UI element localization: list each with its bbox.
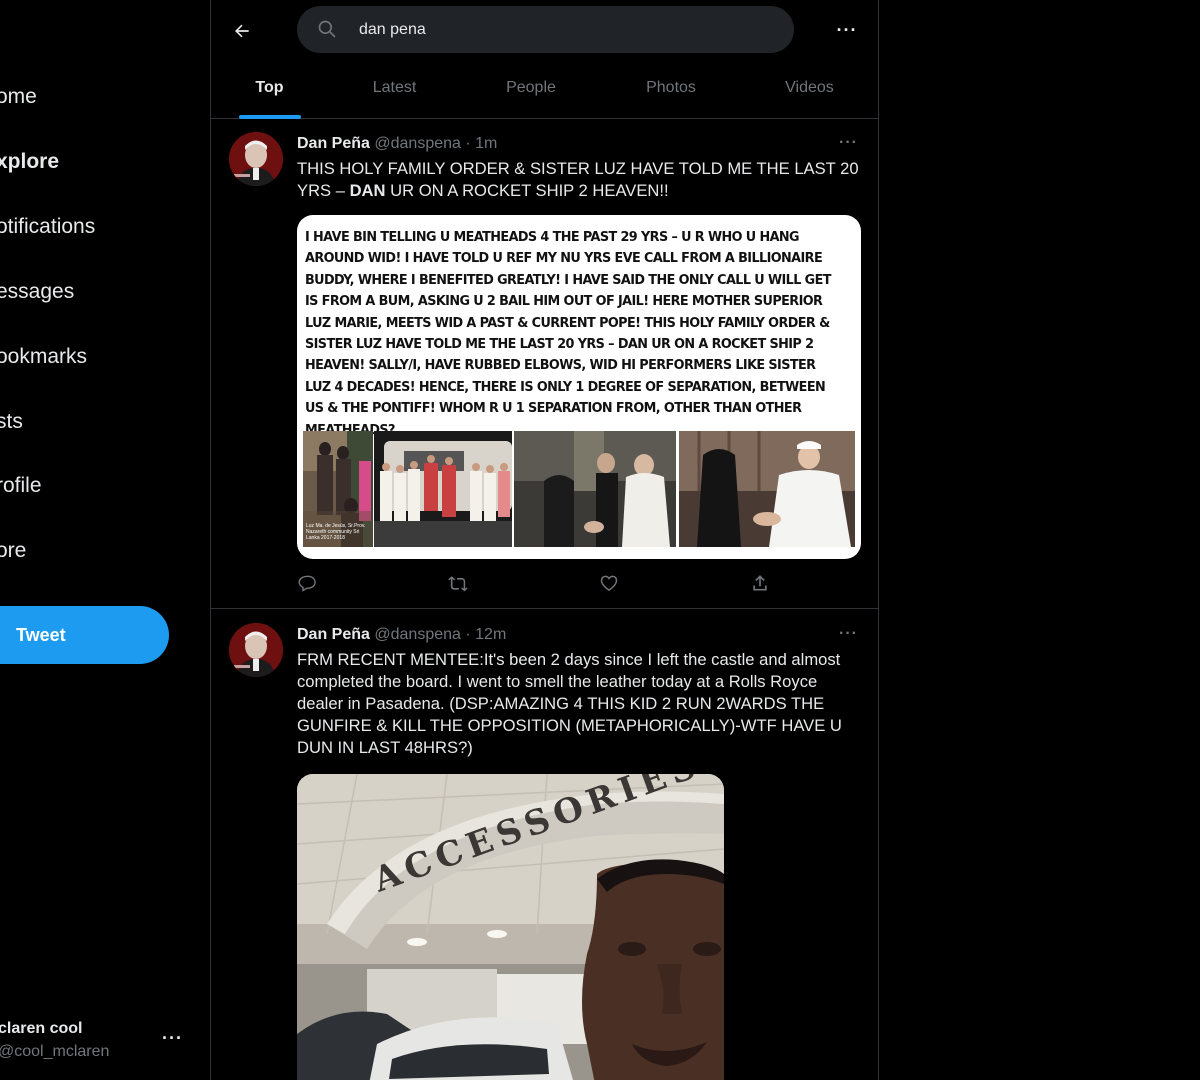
active-tab-indicator [239,115,301,119]
photo-nun-with-pope [514,431,676,547]
tweet-header: Dan Peña @danspena · 12m [297,626,506,644]
photo-group-van [374,431,512,547]
separator-dot: · [465,135,471,152]
tab-label: People [506,79,556,96]
sidebar-item-label: ome [0,85,37,108]
avatar[interactable] [229,132,283,186]
sidebar-item-label: sts [0,410,23,433]
tab-label: Top [255,79,284,96]
tab-videos[interactable]: Videos [741,66,878,119]
search-header: ··· Top Latest People Photos Videos [211,0,878,119]
tweet[interactable]: Dan Peña @danspena · 12m ··· FRM RECENT … [211,610,878,1080]
back-button[interactable] [225,14,259,48]
search-input[interactable] [359,6,779,53]
photo-dealership-selfie: ACCESSORIES [297,774,724,1080]
tab-label: Latest [372,79,417,96]
share-button[interactable] [743,566,777,600]
reply-icon [298,575,316,592]
more-options-button[interactable]: ··· [831,14,863,46]
more-icon[interactable]: ··· [162,1028,183,1049]
photo-caption-tiny: Luz Ma. de Jesús, Sr.Prov. Nazareth comm… [306,523,366,541]
arrow-left-icon [235,24,249,38]
tweet-button[interactable]: Tweet [0,606,169,664]
tweet-text: THIS HOLY FAMILY ORDER & SISTER LUZ HAVE… [297,158,867,202]
like-button[interactable] [592,566,626,600]
more-icon: ··· [836,19,858,40]
tab-latest[interactable]: Latest [328,66,461,119]
avatar-image [229,623,283,677]
author-handle[interactable]: @danspena [374,135,461,152]
sidebar: ome xplore otifications essages ookmarks… [0,0,210,1080]
photo-nun-with-pope-francis [679,431,855,547]
sidebar-item-more[interactable]: ore [0,529,26,573]
photo-nuns-group: Luz Ma. de Jesús, Sr.Prov. Nazareth comm… [303,431,373,547]
tweet[interactable]: Dan Peña @danspena · 1m ··· THIS HOLY FA… [211,120,878,609]
tab-label: Photos [646,79,696,96]
sidebar-item-messages[interactable]: essages [0,270,74,314]
tweet-timestamp[interactable]: 1m [475,135,497,152]
sidebar-item-home[interactable]: ome [0,75,37,119]
separator-dot: · [465,626,471,643]
sidebar-item-notifications[interactable]: otifications [0,205,95,249]
tweet-text: FRM RECENT MENTEE:It's been 2 days since… [297,650,842,757]
search-box[interactable] [297,6,794,53]
avatar-image [229,132,283,186]
reply-button[interactable] [291,566,325,600]
tab-photos[interactable]: Photos [601,66,741,119]
media-caption: I HAVE BIN TELLING U MEATHEADS 4 THE PAS… [305,230,831,438]
share-icon [753,575,767,591]
tweet-media[interactable]: I HAVE BIN TELLING U MEATHEADS 4 THE PAS… [297,215,861,559]
tweet-text-bold: DAN [349,181,386,200]
sidebar-item-bookmarks[interactable]: ookmarks [0,335,87,379]
sidebar-item-label: essages [0,280,75,303]
account-name: claren cool [0,1020,83,1037]
sidebar-item-label: rofile [0,474,42,497]
tweet-timestamp[interactable]: 12m [475,626,506,643]
sidebar-item-explore[interactable]: xplore [0,140,59,184]
retweet-button[interactable] [441,566,475,600]
author-name[interactable]: Dan Peña [297,135,370,152]
tweet-media[interactable]: ACCESSORIES [297,774,724,1080]
sidebar-item-label: xplore [0,150,60,173]
tab-top[interactable]: Top [211,66,328,119]
heart-icon [600,575,618,591]
tweet-button-label: Tweet [16,624,66,645]
sidebar-item-label: ore [0,539,27,562]
sidebar-item-profile[interactable]: rofile [0,464,42,508]
tab-people[interactable]: People [461,66,601,119]
tweet-more-button[interactable]: ··· [839,625,858,643]
search-icon [318,20,336,38]
author-name[interactable]: Dan Peña [297,626,370,643]
avatar[interactable] [229,623,283,677]
retweet-icon [448,576,468,592]
author-handle[interactable]: @danspena [374,626,461,643]
tab-label: Videos [785,79,834,96]
sidebar-item-lists[interactable]: sts [0,400,23,444]
tweet-more-button[interactable]: ··· [839,134,858,152]
main-column: ··· Top Latest People Photos Videos Dan … [210,0,879,1080]
tweet-text-part: UR ON A ROCKET SHIP 2 HEAVEN!! [385,181,669,200]
account-handle: @cool_mclaren [0,1043,110,1060]
account-switcher[interactable]: claren cool @cool_mclaren ··· [0,1016,200,1070]
tweet-header: Dan Peña @danspena · 1m [297,135,497,153]
sidebar-item-label: otifications [0,215,96,238]
sidebar-item-label: ookmarks [0,345,88,368]
